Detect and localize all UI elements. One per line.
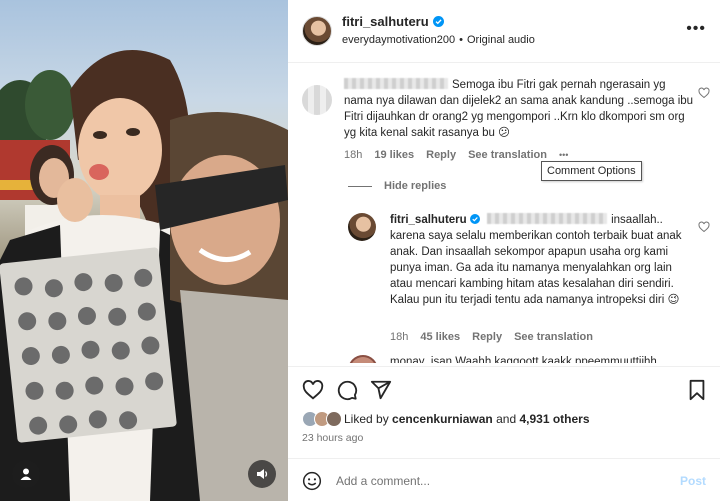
comment-input[interactable] [334,469,668,493]
reply-username[interactable]: fitri_salhuteru [390,214,467,226]
author-row: fitri_salhuteru [342,14,444,29]
reply-body: fitri_salhuteru insaallah.. karena saya … [390,212,696,308]
add-comment-bar: Post [288,458,720,502]
comment-more-icon[interactable]: ••• [559,150,568,160]
liked-by-others[interactable]: 4,931 others [519,412,589,426]
comment-meta: 18h 19 likes Reply See translation ••• [344,149,568,161]
author-avatar[interactable] [302,16,332,46]
comment-body: Semoga ibu Fitri gak pernah ngerasain yg… [344,77,694,141]
reply-meta: 18h 45 likes Reply See translation [390,331,593,343]
audio-label[interactable]: Original audio [467,34,535,46]
reply-avatar[interactable] [348,213,376,241]
reply-time[interactable]: 18h [390,331,408,343]
reply-likes[interactable]: 45 likes [420,331,460,343]
tagged-user-button[interactable] [12,460,40,488]
reply-text: insaallah.. karena saya selalu memberika… [390,214,682,306]
more-icon[interactable]: ••• [686,20,706,38]
separator: • [459,34,463,46]
emoji-icon[interactable] [302,471,322,491]
comment-reply-button[interactable]: Reply [426,149,456,161]
hide-replies-button[interactable]: Hide replies [348,180,446,192]
commenter-username-redacted[interactable] [344,78,448,89]
divider [348,185,372,187]
hide-replies-label: Hide replies [384,180,447,192]
share-icon[interactable] [370,379,392,401]
post-button[interactable]: Post [680,474,706,488]
audio-icon [257,469,268,479]
comment-icon[interactable] [336,379,358,401]
post-panel: fitri_salhuteru everydaymotivation200 • Or… [288,0,720,501]
liked-by-user[interactable]: cencenkurniawan [392,412,493,426]
author-username[interactable]: fitri_salhuteru [342,14,429,29]
liked-by-and: and [496,412,517,426]
comments-list[interactable]: Semoga ibu Fitri gak pernah ngerasain yg… [288,63,720,363]
user-tag-icon [20,468,32,480]
post-time[interactable]: 23 hours ago [302,432,363,444]
liked-by-prefix: Liked by [344,412,389,426]
bookmark-icon[interactable] [686,379,708,401]
comment-likes[interactable]: 19 likes [374,149,414,161]
audio-toggle-button[interactable] [248,460,276,488]
verified-icon [469,214,480,224]
next-commenter-avatar[interactable] [348,355,378,363]
see-translation-link[interactable]: See translation [468,149,547,161]
liker-avatar [326,411,342,427]
liker-avatars[interactable] [302,411,342,427]
comment-like-icon[interactable] [698,87,710,99]
post-header: fitri_salhuteru everydaymotivation200 • Or… [288,0,720,63]
heart-icon[interactable] [302,379,324,401]
video-frame [0,50,288,501]
audio-line: everydaymotivation200 • Original audio [342,34,535,46]
next-comment-text: monay_isan Waahh kaggoott kaakk ppeemmuu… [390,356,657,363]
action-bar [288,366,720,412]
comment-options-tooltip: Comment Options [541,161,642,181]
audio-username[interactable]: everydaymotivation200 [342,34,455,46]
reply-like-icon[interactable] [698,221,710,233]
comment-time[interactable]: 18h [344,149,362,161]
post-media[interactable] [0,0,288,501]
mention-redacted[interactable] [487,213,608,224]
likes-summary: Liked by cencenkurniawan and 4,931 other… [302,411,590,427]
reply-reply-button[interactable]: Reply [472,331,502,343]
reply-see-translation-link[interactable]: See translation [514,331,593,343]
verified-icon [432,16,444,27]
commenter-avatar[interactable] [302,85,332,115]
